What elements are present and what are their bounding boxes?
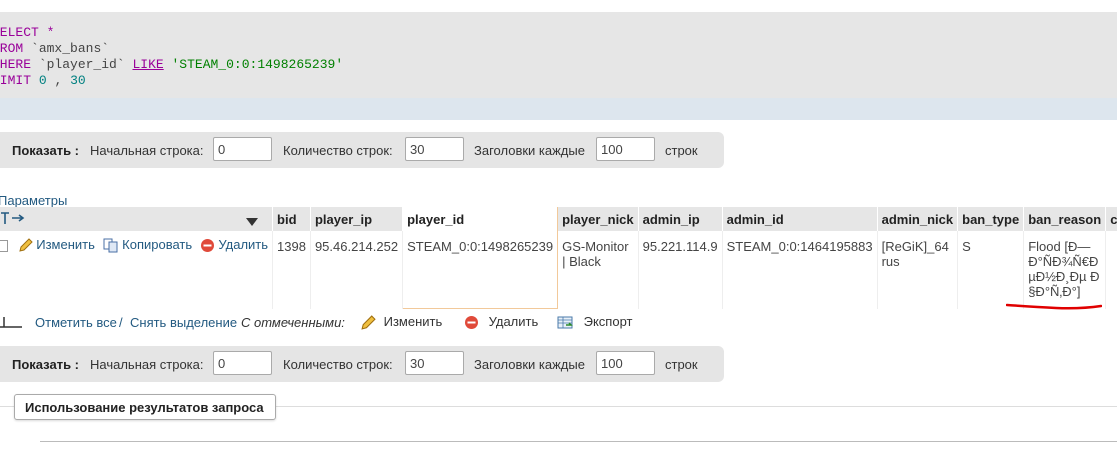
sql-keyword: LIKE: [132, 57, 164, 72]
sort-dropdown-icon[interactable]: [246, 215, 258, 230]
sql-sep: ,: [54, 73, 63, 88]
sql-line-limit: LIMIT 0 , 30: [0, 73, 86, 88]
cell-player-ip[interactable]: 95.46.214.252: [310, 231, 404, 309]
sql-line-from: FROM `amx_bans`: [0, 41, 109, 56]
row-actions: Изменить Копировать Удалить: [0, 231, 274, 309]
delete-icon: [465, 316, 478, 330]
start-row-label: Начальная строка:: [90, 143, 204, 158]
headers-every-label: Заголовки каждые: [474, 357, 585, 372]
rows-count-input[interactable]: [405, 137, 464, 161]
bulk-edit-button[interactable]: Изменить: [360, 314, 442, 331]
rows-suffix: строк: [665, 357, 698, 372]
column-header-player-nick[interactable]: player_nick: [557, 207, 639, 231]
table-row: Изменить Копировать Удалить 1398 95.46.2…: [0, 231, 1117, 309]
results-table: bid player_ip player_id player_nick admi…: [0, 207, 1117, 309]
cell-ban-type[interactable]: S: [957, 231, 1025, 309]
cell-bid[interactable]: 1398: [272, 231, 311, 309]
pencil-icon: [361, 314, 376, 330]
show-label: Показать :: [12, 357, 79, 372]
navigation-bar-bottom: Показать : Начальная строка: Количество …: [0, 346, 724, 382]
query-results-usage-legend: Использование результатов запроса: [14, 394, 276, 420]
row-checkbox[interactable]: [0, 239, 8, 252]
navigation-bar-top: Показать : Начальная строка: Количество …: [0, 132, 724, 168]
row-copy-label: Копировать: [122, 237, 193, 252]
options-link[interactable]: Параметры: [0, 193, 67, 208]
results-grid: bid player_ip player_id player_nick admi…: [0, 207, 1117, 309]
sql-number: 0: [38, 73, 47, 88]
sql-star: *: [46, 25, 55, 40]
cell-cs-b[interactable]: [1105, 231, 1117, 309]
cell-admin-id[interactable]: STEAM_0:0:1464195883: [722, 231, 878, 309]
sql-query-box: SELECT * FROM `amx_bans` WHERE `player_i…: [0, 12, 1117, 98]
column-header-admin-ip[interactable]: admin_ip: [638, 207, 723, 231]
bulk-actions: Отметить все / Снять выделение С отмечен…: [0, 312, 700, 334]
rows-suffix: строк: [665, 143, 698, 158]
show-label: Показать :: [12, 143, 79, 158]
sql-keyword: FROM: [0, 41, 24, 56]
table-header-row: bid player_ip player_id player_nick admi…: [0, 207, 1117, 231]
column-header-ban-type[interactable]: ban_type: [957, 207, 1025, 231]
copy-icon: [103, 238, 118, 253]
cell-admin-nick[interactable]: [ReGiK]_64 rus: [877, 231, 959, 309]
sql-keyword: LIMIT: [0, 73, 32, 88]
sql-keyword: WHERE: [0, 57, 32, 72]
bulk-delete-button[interactable]: Удалить: [464, 314, 538, 330]
column-header-admin-id[interactable]: admin_id: [722, 207, 878, 231]
select-arrow-icon: [0, 317, 22, 328]
sort-controls: [0, 207, 274, 231]
row-copy-link[interactable]: Копировать: [103, 237, 196, 253]
bulk-edit-label: Изменить: [383, 314, 443, 329]
bulk-export-button[interactable]: Экспорт: [557, 314, 632, 330]
sql-toolbar: [0, 98, 1117, 120]
with-selected-label: С отмеченными:: [241, 315, 345, 330]
row-edit-label: Изменить: [36, 237, 95, 252]
start-row-input[interactable]: [213, 351, 272, 375]
cell-ban-reason[interactable]: Flood [Ð—Ð°ÑÐ¾Ñ€ÐµÐ½Ð¸Ðµ Ð§Ð°Ñ‚Ð°]: [1023, 231, 1107, 309]
column-header-bid[interactable]: bid: [272, 207, 311, 231]
bulk-separator: /: [119, 315, 123, 330]
arrows-icon[interactable]: [0, 211, 26, 228]
column-header-admin-nick[interactable]: admin_nick: [877, 207, 959, 231]
rows-count-label: Количество строк:: [283, 357, 393, 372]
cell-admin-ip[interactable]: 95.221.114.9: [638, 231, 723, 309]
uncheck-all-link[interactable]: Снять выделение: [130, 315, 237, 330]
sql-line-where: WHERE `player_id` LIKE 'STEAM_0:0:149826…: [0, 57, 343, 72]
export-icon: [557, 316, 573, 329]
column-header-ban-reason[interactable]: ban_reason: [1023, 207, 1107, 231]
headers-every-input[interactable]: [596, 137, 655, 161]
sql-number: 30: [70, 73, 86, 88]
sql-table: `amx_bans`: [31, 41, 110, 56]
row-delete-link[interactable]: Удалить: [200, 237, 269, 253]
cell-player-id[interactable]: STEAM_0:0:1498265239: [402, 231, 559, 309]
rows-count-input[interactable]: [405, 351, 464, 375]
headers-every-label: Заголовки каждые: [474, 143, 585, 158]
column-header-player-id[interactable]: player_id: [402, 207, 559, 231]
sql-string: 'STEAM_0:0:1498265239': [171, 57, 344, 72]
sql-column: `player_id`: [38, 57, 125, 72]
column-header-cs-b[interactable]: cs_b: [1105, 207, 1117, 231]
headers-every-input[interactable]: [596, 351, 655, 375]
row-edit-link[interactable]: Изменить: [18, 237, 99, 252]
cell-player-nick[interactable]: GS-Monitor | Black: [557, 231, 639, 309]
pencil-icon: [18, 238, 33, 252]
row-delete-label: Удалить: [218, 237, 269, 252]
sql-line-select: SELECT *: [0, 25, 54, 40]
rows-count-label: Количество строк:: [283, 143, 393, 158]
column-header-player-ip[interactable]: player_ip: [310, 207, 404, 231]
delete-icon: [200, 239, 214, 253]
check-all-link[interactable]: Отметить все: [35, 315, 117, 330]
bulk-export-label: Экспорт: [583, 314, 633, 329]
annotation-underline: [1006, 303, 1102, 310]
start-row-input[interactable]: [213, 137, 272, 161]
bulk-delete-label: Удалить: [488, 314, 539, 329]
start-row-label: Начальная строка:: [90, 357, 204, 372]
sql-keyword: SELECT: [0, 25, 39, 40]
